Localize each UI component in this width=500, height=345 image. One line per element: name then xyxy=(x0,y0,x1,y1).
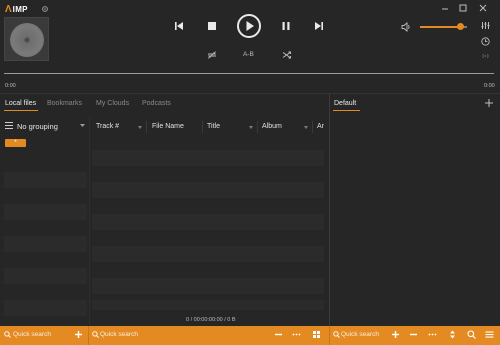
search-icon xyxy=(4,331,11,338)
table-row xyxy=(92,182,324,198)
time-total[interactable]: 0:00 xyxy=(484,83,495,89)
header-divider xyxy=(0,93,500,94)
menu-icon xyxy=(5,122,13,129)
cd-disc-icon xyxy=(10,23,44,57)
search-input-table[interactable]: Quick search xyxy=(100,331,138,338)
broadcast-icon[interactable] xyxy=(481,52,490,60)
equalizer-icon[interactable] xyxy=(481,21,490,30)
sort-chevron-icon xyxy=(138,126,142,129)
sort-icon[interactable] xyxy=(448,330,457,339)
maximize-icon[interactable] xyxy=(456,2,470,14)
column-divider[interactable] xyxy=(312,121,313,133)
logo-mark: Λ xyxy=(5,3,12,15)
play-button[interactable] xyxy=(237,14,261,38)
minimize-icon[interactable] xyxy=(438,2,452,14)
sort-chevron-icon xyxy=(304,126,308,129)
add-icon[interactable] xyxy=(74,330,83,339)
time-elapsed: 0:00 xyxy=(5,83,16,89)
close-icon[interactable] xyxy=(476,2,490,14)
column-header-track[interactable]: Track # xyxy=(96,123,119,130)
column-divider[interactable] xyxy=(202,121,203,133)
column-header-album[interactable]: Album xyxy=(262,123,282,130)
library-summary: 0 / 00:00:00:00 / 0 B xyxy=(186,317,236,323)
clock-icon[interactable] xyxy=(481,37,490,46)
tab-bookmarks[interactable]: Bookmarks xyxy=(47,100,82,107)
logo-text: IMP xyxy=(12,5,28,14)
volume-icon[interactable] xyxy=(401,22,411,32)
table-row xyxy=(92,300,324,310)
panel-divider xyxy=(329,93,330,326)
previous-track-button[interactable] xyxy=(174,21,184,31)
column-header-file-name[interactable]: File Name xyxy=(152,123,184,130)
chevron-down-icon xyxy=(80,124,85,127)
table-row xyxy=(92,214,324,230)
remove-icon[interactable] xyxy=(409,330,418,339)
pause-button[interactable] xyxy=(281,21,291,31)
list-item xyxy=(4,300,87,316)
column-header-title[interactable]: Title xyxy=(207,123,220,130)
grid-view-icon[interactable] xyxy=(312,330,321,339)
volume-slider[interactable] xyxy=(420,26,460,28)
toolbar-divider xyxy=(88,326,89,345)
tab-local-files[interactable]: Local files xyxy=(5,100,36,107)
search-icon xyxy=(92,331,99,338)
list-item xyxy=(4,172,87,188)
search-input-left[interactable]: Quick search xyxy=(13,331,51,338)
stop-button[interactable] xyxy=(207,21,217,31)
active-tab-indicator xyxy=(4,110,38,111)
column-header-artist[interactable]: Ar xyxy=(317,123,324,130)
sort-chevron-icon xyxy=(249,126,253,129)
column-divider[interactable] xyxy=(146,121,147,133)
table-row xyxy=(92,150,324,166)
column-divider[interactable] xyxy=(257,121,258,133)
add-playlist-button[interactable] xyxy=(484,98,494,108)
repeat-icon[interactable] xyxy=(207,51,217,59)
seek-bar[interactable] xyxy=(4,73,494,74)
table-header: Track # File Name Title Album Ar xyxy=(92,120,324,134)
grouping-label: No grouping xyxy=(17,122,58,131)
add-icon[interactable] xyxy=(391,330,400,339)
more-icon[interactable] xyxy=(292,330,301,339)
table-row xyxy=(92,278,324,294)
tab-default-playlist[interactable]: Default xyxy=(334,100,356,107)
active-playlist-indicator xyxy=(333,110,360,111)
menu-icon[interactable] xyxy=(485,330,494,339)
album-cover xyxy=(4,17,49,61)
search-icon[interactable] xyxy=(467,330,476,339)
volume-slider-knob[interactable] xyxy=(457,23,464,30)
grouping-selector[interactable]: No grouping xyxy=(4,120,86,132)
panel-divider xyxy=(89,117,90,325)
shuffle-icon[interactable] xyxy=(282,51,292,59)
app-logo[interactable]: Λ IMP xyxy=(5,4,39,15)
next-track-button[interactable] xyxy=(314,21,324,31)
more-icon[interactable] xyxy=(428,330,437,339)
search-input-playlist[interactable]: Quick search xyxy=(341,331,379,338)
tab-my-clouds[interactable]: My Clouds xyxy=(96,100,129,107)
toolbar-divider xyxy=(329,326,330,345)
list-item xyxy=(4,204,87,220)
group-filter-button[interactable]: * xyxy=(5,139,26,147)
table-row xyxy=(92,246,324,262)
remove-icon[interactable] xyxy=(274,330,283,339)
settings-gear-icon[interactable] xyxy=(41,5,49,13)
list-item xyxy=(4,236,87,252)
list-item xyxy=(4,268,87,284)
ab-repeat-button[interactable]: A-B xyxy=(243,51,254,58)
search-icon xyxy=(333,331,340,338)
tab-podcasts[interactable]: Podcasts xyxy=(142,100,171,107)
